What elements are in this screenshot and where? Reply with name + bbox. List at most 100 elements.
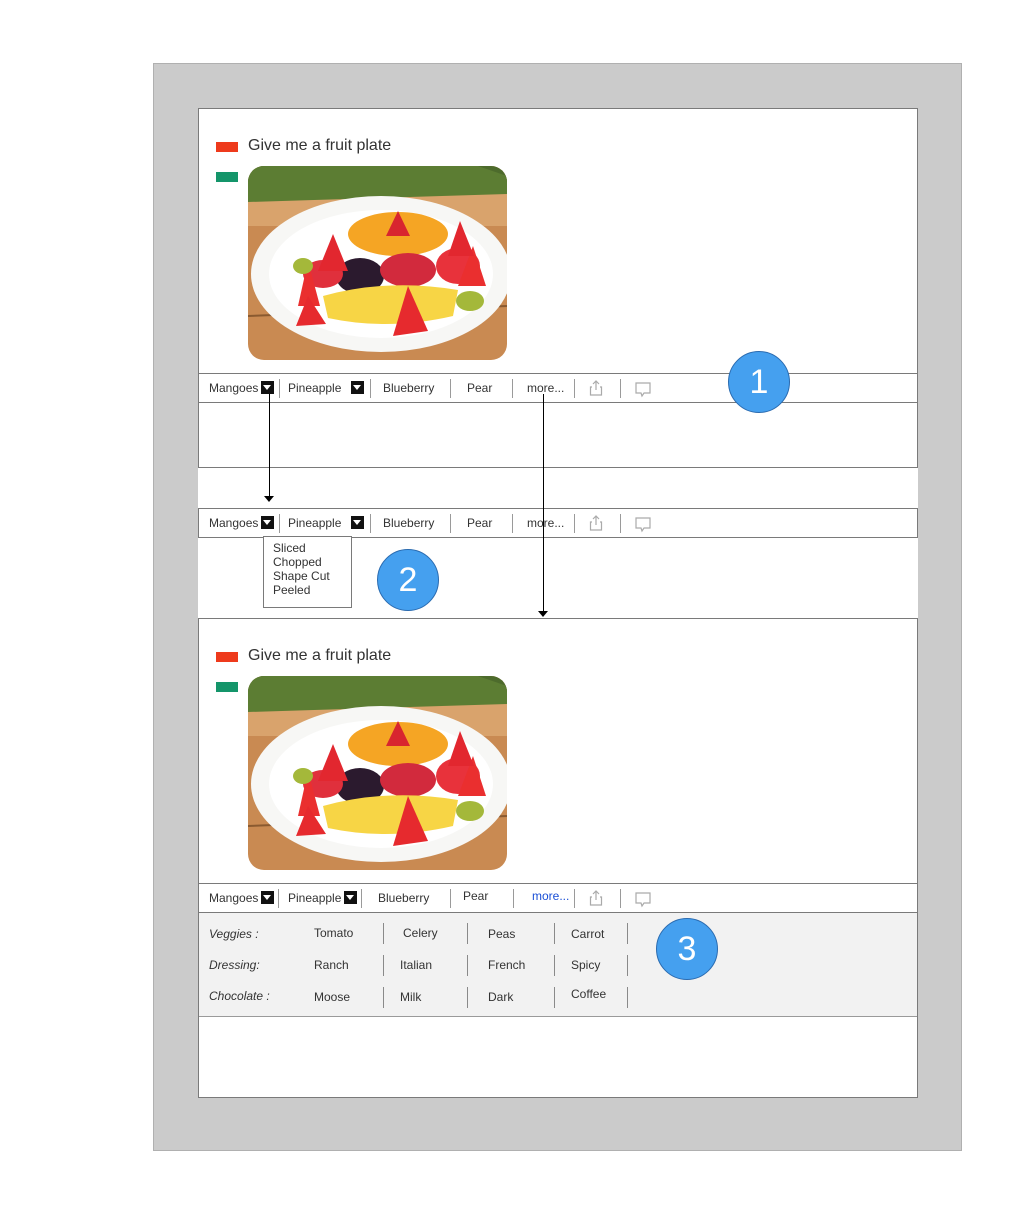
toolbar-divider <box>450 379 451 398</box>
comment-icon <box>635 517 651 533</box>
chevron-down-icon[interactable] <box>351 516 365 530</box>
option-italian[interactable]: Italian <box>400 958 432 972</box>
comment-icon <box>635 892 651 908</box>
fruit-plate-illustration <box>248 166 507 360</box>
option-divider <box>467 987 468 1008</box>
toolbar-divider <box>574 889 575 908</box>
option-divider <box>627 987 628 1008</box>
blueberry-button[interactable]: Blueberry <box>383 374 434 402</box>
toolbar-divider <box>450 889 451 908</box>
arrow-down-icon <box>264 496 274 502</box>
option-celery[interactable]: Celery <box>403 926 438 940</box>
fruit-plate-illustration <box>248 676 507 870</box>
user-indicator-1 <box>216 142 238 152</box>
arrow-down-icon <box>538 611 548 617</box>
pineapple-label: Pineapple <box>288 891 342 905</box>
option-spicy[interactable]: Spicy <box>571 958 600 972</box>
option-peas[interactable]: Peas <box>488 927 515 941</box>
more-button[interactable]: more... <box>527 374 564 402</box>
option-carrot[interactable]: Carrot <box>571 927 604 941</box>
option-milk[interactable]: Milk <box>400 990 421 1004</box>
toolbar-divider <box>279 379 280 398</box>
fruit-plate-image-3 <box>248 676 507 870</box>
pear-button[interactable]: Pear <box>467 374 492 402</box>
comment-icon <box>635 382 651 398</box>
comment-button[interactable] <box>635 890 651 908</box>
user-prompt-3: Give me a fruit plate <box>248 647 392 664</box>
toolbar-divider <box>620 514 621 533</box>
share-button[interactable] <box>589 514 603 532</box>
option-divider <box>383 955 384 976</box>
share-icon <box>589 890 603 906</box>
share-icon <box>589 515 603 531</box>
chevron-down-icon[interactable] <box>351 381 365 395</box>
comment-button[interactable] <box>635 380 651 398</box>
option-coffee[interactable]: Coffee <box>571 987 606 1001</box>
mangoes-dropdown-button[interactable]: Mangoes <box>209 509 275 537</box>
pineapple-dropdown-button[interactable]: Pineapple <box>288 509 365 537</box>
toolbar-divider <box>370 514 371 533</box>
user-color-swatch <box>216 142 238 152</box>
veggies-label: Veggies : <box>209 927 259 941</box>
mangoes-dropdown-button[interactable]: Mangoes <box>209 884 275 912</box>
option-french[interactable]: French <box>488 958 525 972</box>
flow-arrow-dropdown-line <box>269 394 270 496</box>
toolbar-divider <box>512 514 513 533</box>
step-badge-3: 3 <box>656 918 718 980</box>
toolbar-divider <box>279 514 280 533</box>
toolbar-divider <box>512 379 513 398</box>
share-button[interactable] <box>589 889 603 907</box>
step-badge-2: 2 <box>377 549 439 611</box>
option-divider <box>554 987 555 1008</box>
more-button[interactable]: more... <box>527 509 564 537</box>
chevron-down-icon[interactable] <box>261 891 275 905</box>
pineapple-label: Pineapple <box>288 516 342 530</box>
pear-button[interactable]: Pear <box>463 882 488 910</box>
pear-button[interactable]: Pear <box>467 509 492 537</box>
assistant-indicator-1 <box>216 172 238 182</box>
toolbar-divider <box>620 379 621 398</box>
option-moose[interactable]: Moose <box>314 990 350 1004</box>
dropdown-option-shape-cut[interactable]: Shape Cut <box>273 569 351 583</box>
mangoes-dropdown-menu: Sliced Chopped Shape Cut Peeled <box>263 536 352 608</box>
option-divider <box>554 955 555 976</box>
share-button[interactable] <box>589 379 603 397</box>
dressing-label: Dressing: <box>209 958 260 972</box>
pineapple-label: Pineapple <box>288 381 342 395</box>
option-dark[interactable]: Dark <box>488 990 513 1004</box>
toolbar-divider <box>574 514 575 533</box>
pineapple-dropdown-button[interactable]: Pineapple <box>288 884 358 912</box>
assistant-color-swatch <box>216 172 238 182</box>
toolbar-divider <box>450 514 451 533</box>
chevron-down-icon[interactable] <box>261 516 275 530</box>
option-ranch[interactable]: Ranch <box>314 958 349 972</box>
toolbar-divider <box>574 379 575 398</box>
pineapple-dropdown-button[interactable]: Pineapple <box>288 374 365 402</box>
mangoes-label: Mangoes <box>209 381 259 395</box>
user-color-swatch <box>216 652 238 662</box>
toolbar-divider <box>278 889 279 908</box>
toolbar-divider <box>620 889 621 908</box>
dropdown-option-peeled[interactable]: Peeled <box>273 583 351 597</box>
assistant-indicator-3 <box>216 682 238 692</box>
option-tomato[interactable]: Tomato <box>314 926 353 940</box>
response-toolbar-3: Mangoes Pineapple Blueberry Pear more... <box>198 883 918 913</box>
option-divider <box>467 923 468 944</box>
comment-button[interactable] <box>635 515 651 533</box>
assistant-color-swatch <box>216 682 238 692</box>
blueberry-button[interactable]: Blueberry <box>378 884 429 912</box>
toolbar-divider <box>513 889 514 908</box>
dropdown-option-chopped[interactable]: Chopped <box>273 555 351 569</box>
share-icon <box>589 380 603 396</box>
dropdown-option-sliced[interactable]: Sliced <box>273 541 351 555</box>
chevron-down-icon[interactable] <box>261 381 275 395</box>
chocolate-label: Chocolate : <box>209 989 270 1003</box>
chevron-down-icon[interactable] <box>344 891 358 905</box>
more-options-panel: Veggies : Tomato Celery Peas Carrot Dres… <box>199 913 917 1017</box>
blueberry-button[interactable]: Blueberry <box>383 509 434 537</box>
option-divider <box>467 955 468 976</box>
more-button-active[interactable]: more... <box>532 882 569 910</box>
response-toolbar-2: Mangoes Pineapple Blueberry Pear more... <box>198 508 918 538</box>
mangoes-dropdown-button[interactable]: Mangoes <box>209 374 275 402</box>
option-divider <box>383 923 384 944</box>
